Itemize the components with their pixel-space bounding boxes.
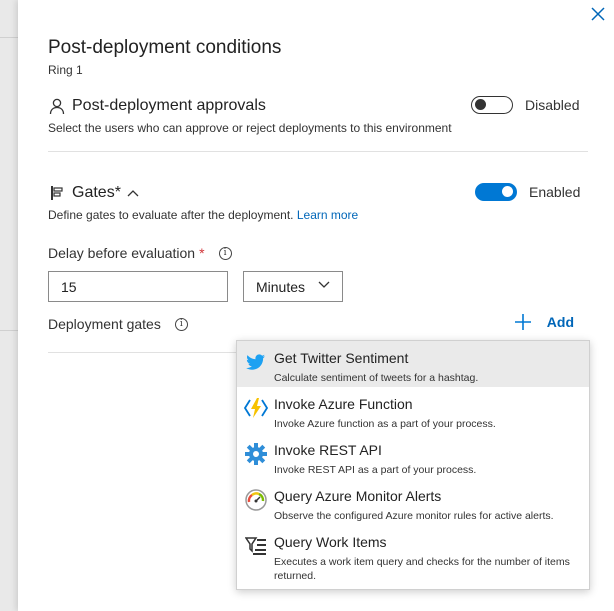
- add-gate-label: Add: [546, 314, 574, 330]
- required-marker: *: [199, 245, 205, 261]
- approvals-description: Select the users who can approve or reje…: [48, 121, 452, 135]
- chevron-down-icon: [318, 281, 330, 288]
- add-gate-button[interactable]: Add: [514, 314, 574, 330]
- gate-option-azure-function[interactable]: Invoke Azure Function Invoke Azure funct…: [237, 387, 589, 433]
- azure-function-icon: [243, 395, 269, 421]
- post-deployment-panel: Post-deployment conditions Ring 1 Post-d…: [18, 0, 614, 611]
- backdrop-divider: [0, 37, 18, 38]
- gate-option-work-items[interactable]: Query Work Items Executes a work item qu…: [237, 525, 589, 582]
- gates-header[interactable]: Gates*: [48, 184, 139, 202]
- gates-title: Gates*: [72, 184, 121, 201]
- close-icon[interactable]: [590, 6, 606, 22]
- gates-toggle-label: Enabled: [529, 184, 581, 200]
- delay-label-row: Delay before evaluation * i: [48, 245, 232, 261]
- delay-input[interactable]: [48, 271, 228, 302]
- gate-option-description: Executes a work item query and checks fo…: [274, 556, 570, 582]
- gate-option-title: Invoke REST API: [274, 442, 382, 458]
- plus-icon: [514, 314, 531, 330]
- gate-option-title: Query Azure Monitor Alerts: [274, 488, 442, 504]
- approvals-toggle-label: Disabled: [525, 97, 580, 113]
- delay-label: Delay before evaluation: [48, 245, 196, 261]
- delay-unit-select[interactable]: Minutes: [243, 271, 343, 302]
- gates-description: Define gates to evaluate after the deplo…: [48, 208, 358, 222]
- twitter-icon: [243, 349, 269, 375]
- work-items-query-icon: [243, 533, 269, 559]
- gate-option-title: Get Twitter Sentiment: [274, 350, 409, 366]
- approvals-toggle-group: Disabled: [471, 96, 579, 114]
- gate-options-menu: Get Twitter Sentiment Calculate sentimen…: [236, 340, 590, 590]
- monitor-gauge-icon: [243, 487, 269, 513]
- gates-description-text: Define gates to evaluate after the deplo…: [48, 208, 294, 222]
- section-divider: [48, 352, 238, 353]
- gate-icon: [48, 184, 66, 202]
- gate-option-description: Invoke Azure function as a part of your …: [274, 418, 496, 430]
- deployment-gates-label-row: Deployment gates i: [48, 316, 188, 332]
- gate-option-description: Calculate sentiment of tweets for a hash…: [274, 372, 479, 384]
- gates-toggle[interactable]: [475, 183, 517, 201]
- gate-option-title: Query Work Items: [274, 534, 387, 550]
- gate-option-twitter-sentiment[interactable]: Get Twitter Sentiment Calculate sentimen…: [237, 341, 589, 387]
- delay-unit-value: Minutes: [256, 278, 306, 295]
- dialog-title: Post-deployment conditions: [48, 37, 282, 58]
- learn-more-link[interactable]: Learn more: [297, 208, 358, 222]
- backdrop-divider: [0, 330, 18, 331]
- deployment-gates-label: Deployment gates: [48, 316, 161, 332]
- section-divider: [48, 151, 588, 152]
- approvals-title: Post-deployment approvals: [72, 97, 266, 114]
- approvals-toggle[interactable]: [471, 96, 513, 114]
- gates-toggle-group: Enabled: [475, 183, 580, 201]
- gate-option-rest-api[interactable]: Invoke REST API Invoke REST API as a par…: [237, 433, 589, 479]
- person-icon: [48, 97, 66, 115]
- gate-option-description: Invoke REST API as a part of your proces…: [274, 464, 477, 476]
- dialog-subtitle: Ring 1: [48, 63, 83, 77]
- gate-option-description: Observe the configured Azure monitor rul…: [274, 510, 554, 522]
- chevron-up-icon[interactable]: [127, 189, 139, 197]
- gate-option-azure-monitor-alerts[interactable]: Query Azure Monitor Alerts Observe the c…: [237, 479, 589, 525]
- info-icon[interactable]: i: [174, 317, 188, 331]
- gate-option-title: Invoke Azure Function: [274, 396, 413, 412]
- info-icon[interactable]: i: [218, 246, 232, 260]
- approvals-header: Post-deployment approvals: [48, 97, 266, 115]
- gear-icon: [243, 441, 269, 467]
